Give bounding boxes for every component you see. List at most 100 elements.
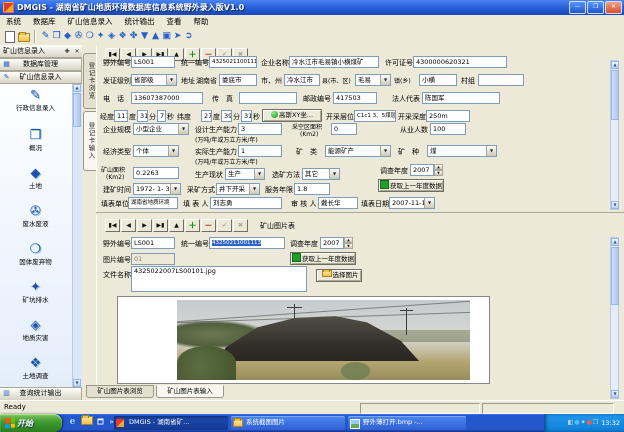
nav-prev-button[interactable]: ◀ [121, 219, 136, 232]
sidebar-item-land-survey[interactable]: ❖ 土地调查 [0, 356, 71, 380]
pic-field-no-input[interactable]: LS001 [131, 237, 175, 249]
scroll-down-icon[interactable]: ▼ [611, 390, 619, 398]
toolbar-icon-10[interactable]: ▼ [139, 30, 150, 43]
tray-icon-3[interactable]: ✦ [581, 419, 586, 427]
chevron-down-icon[interactable]: ▼ [424, 198, 434, 208]
chevron-down-icon[interactable]: ▼ [380, 75, 390, 85]
scrollbar-thumb[interactable] [73, 93, 81, 127]
menu-database[interactable]: 数据库 [27, 16, 62, 27]
pin-icon[interactable]: ✚ [62, 45, 72, 57]
reviewer-input[interactable]: 戴长华 [318, 197, 358, 209]
sidebar-item-admin-info[interactable]: ✎ 行政信息录入 [0, 88, 71, 112]
nav-next-button[interactable]: ▶ [137, 219, 152, 232]
toolbar-icon-8[interactable]: ❖ [117, 30, 128, 43]
menu-statistics-output[interactable]: 统计输出 [119, 16, 161, 27]
tab-picture-browse[interactable]: 矿山图片表浏览 [86, 385, 154, 398]
mine-photo[interactable] [177, 300, 470, 380]
legal-rep-input[interactable]: 陈国军 [422, 92, 500, 104]
city-input[interactable]: 娄底市 [219, 74, 257, 86]
latitude-deg-input[interactable]: 27 [201, 110, 212, 122]
menu-mine-info-entry[interactable]: 矿山信息录入 [62, 16, 119, 27]
nav-add-button[interactable]: ＋ [185, 219, 200, 232]
new-document-icon[interactable] [5, 31, 15, 43]
production-status-select[interactable]: 生产 ▼ [225, 168, 265, 180]
restore-button[interactable]: ❐ [587, 1, 604, 14]
mining-depth-input[interactable]: 250m [426, 110, 470, 122]
menu-system[interactable]: 系统 [0, 16, 27, 27]
chevron-down-icon[interactable]: ▼ [178, 124, 188, 134]
fill-person-input[interactable]: 刘志勇 [210, 197, 282, 209]
mining-horizon-input[interactable]: C1c1 3、5煤层 [354, 110, 396, 122]
folder-quicklaunch-icon[interactable] [80, 416, 93, 429]
tray-icon-2[interactable]: ● [574, 419, 579, 427]
scroll-up-icon[interactable]: ▲ [611, 61, 619, 69]
tray-icon-4[interactable]: ● [587, 419, 592, 427]
file-name-input[interactable]: 4325022007LS00101.jpg [131, 266, 307, 292]
close-icon[interactable]: ✕ [72, 45, 82, 57]
spin-down-icon[interactable]: ▼ [344, 243, 353, 249]
tray-icon-1[interactable]: ◧ [568, 419, 574, 427]
chevron-down-icon[interactable]: ▼ [168, 146, 178, 156]
fax-input[interactable] [239, 92, 297, 104]
scrollbar-thumb[interactable] [611, 247, 619, 305]
nav-confirm-button[interactable]: ✔ [217, 219, 232, 232]
build-date-select[interactable]: 1972- 1- 3 ▼ [133, 183, 181, 195]
longitude-min-input[interactable]: 31 [137, 110, 148, 122]
town-input[interactable]: 小横 [419, 74, 457, 86]
toolbar-icon-13[interactable]: ➤ [172, 30, 183, 43]
taskbar-task-screenshots-folder[interactable]: 系统截图图片 [231, 416, 345, 430]
ie-quicklaunch-icon[interactable]: e [66, 416, 79, 429]
scale-select[interactable]: 小型企业 ▼ [133, 123, 189, 135]
toolbar-icon-9[interactable]: ✤ [128, 30, 139, 43]
goaf-area-input[interactable]: 0 [331, 123, 357, 135]
pic-survey-year-spinner[interactable]: 2007 [320, 237, 344, 249]
tray-icon-5[interactable]: ❒ [593, 419, 598, 427]
latitude-min-input[interactable]: 39 [221, 110, 232, 122]
sidebar-item-wastewater[interactable]: ✇ 废水废液 [0, 204, 71, 228]
scroll-up-icon[interactable]: ▲ [73, 84, 81, 92]
sidebar-group-mine-entry[interactable]: ✎ 矿山信息录入 [0, 71, 82, 84]
scrollbar-thumb[interactable] [611, 70, 619, 120]
mine-area-input[interactable]: 0.2263 [133, 167, 179, 179]
tab-picture-input[interactable]: 矿山图片表输入 [156, 385, 224, 398]
start-button[interactable]: 开始 [0, 414, 62, 432]
toolbar-icon-11[interactable]: ▲ [150, 30, 161, 43]
village-input[interactable] [478, 74, 524, 86]
open-folder-icon[interactable] [18, 33, 30, 42]
scroll-down-icon[interactable]: ▼ [73, 379, 81, 387]
license-no-input[interactable]: 4300000620321 [413, 56, 507, 68]
pic-get-previous-year-button[interactable]: 获取上一年度数据 [290, 252, 356, 265]
chevron-down-icon[interactable]: ▼ [254, 169, 264, 179]
spin-down-icon[interactable]: ▼ [434, 170, 443, 176]
pic-unified-no-input[interactable]: 43250211001113 [209, 237, 285, 249]
sidebar-item-solid-waste[interactable]: ❍ 固体废弃物 [0, 242, 71, 266]
actual-capacity-input[interactable]: 1 [238, 145, 282, 157]
fill-date-select[interactable]: 2007-11-13 ▼ [389, 197, 435, 209]
toolbar-icon-12[interactable]: ▣ [161, 30, 172, 43]
chevron-down-icon[interactable]: ▼ [486, 146, 496, 156]
gauss-xy-button[interactable]: 高斯XY坐... [262, 109, 322, 122]
nav-first-button[interactable]: ▮◀ [105, 219, 120, 232]
toolbar-icon-2[interactable]: ❒ [51, 30, 62, 43]
toolbar-icon-7[interactable]: ◈ [106, 30, 117, 43]
taskbar-task-dmgis[interactable]: DMGIS - 湖南省矿... [114, 416, 228, 430]
sidebar-item-land[interactable]: ◆ 土地 [0, 166, 71, 190]
toolbar-icon-6[interactable]: ✦ [95, 30, 106, 43]
scroll-up-icon[interactable]: ▲ [611, 238, 619, 246]
menu-view[interactable]: 查看 [161, 16, 188, 27]
unified-no-input[interactable]: 43250211001113 [209, 56, 257, 68]
design-capacity-input[interactable]: 3 [238, 123, 282, 135]
longitude-sec-input[interactable]: 7 [157, 110, 166, 122]
cert-level-select[interactable]: 省部级 ▼ [131, 74, 177, 86]
nav-cancel-button[interactable]: ✖ [233, 219, 248, 232]
sidebar-group-database[interactable]: ▦ 数据库管理 [0, 58, 82, 71]
tab-card-input[interactable]: 登记卡输入 [83, 111, 96, 171]
sidebar-scrollbar[interactable]: ▲ ▼ [72, 84, 82, 387]
toolbar-icon-4[interactable]: ✇ [73, 30, 84, 43]
sidebar-group-query-stats[interactable]: ▥ 查询统计输出 [0, 387, 82, 400]
phone-input[interactable]: 13607387000 [131, 92, 203, 104]
sidebar-item-overview[interactable]: ❒ 概况 [0, 128, 71, 152]
mine-kind-select[interactable]: 煤 ▼ [427, 145, 497, 157]
toolbar-icon-3[interactable]: ◆ [62, 30, 73, 43]
employees-input[interactable]: 100 [430, 123, 466, 135]
